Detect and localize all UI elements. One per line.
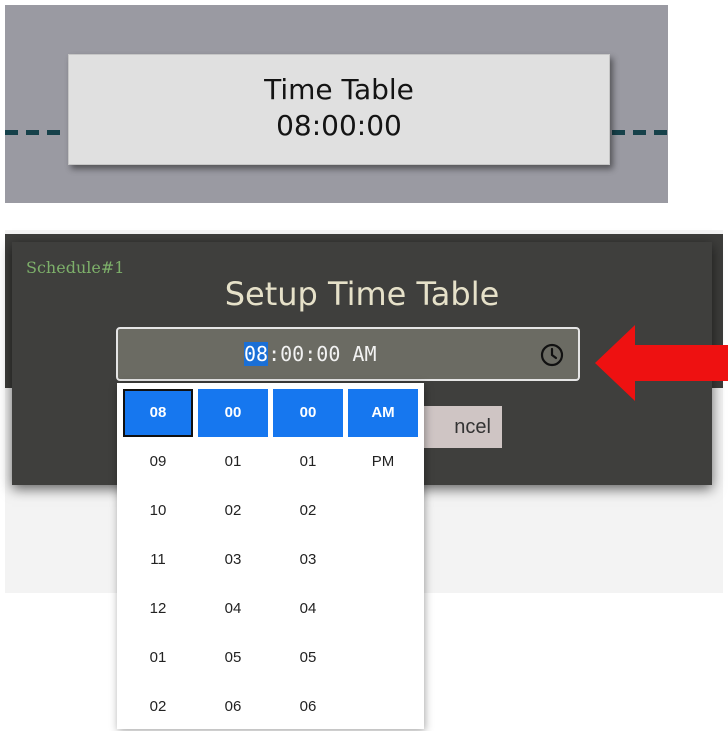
diagram-canvas: Time Table 08:00:00 [5,5,668,203]
time-input[interactable]: 08:00:00 AM [116,327,580,381]
second-segment[interactable]: 00 [316,342,340,366]
red-arrow-left-icon [595,325,728,401]
second-option[interactable]: 06 [273,682,343,731]
clock-icon[interactable] [538,341,566,369]
minute-option[interactable]: 03 [198,535,268,584]
time-value: 08:00:00 AM [244,341,377,367]
time-table-node[interactable]: Time Table 08:00:00 [68,54,610,165]
minute-option[interactable]: 06 [198,682,268,731]
time-picker-dropdown: 08 09 10 11 12 01 02 00 01 02 03 04 05 06 00 01 02 03 04… [117,383,424,729]
second-option[interactable]: 04 [273,584,343,633]
hour-option[interactable]: 08 [123,389,193,437]
minute-option[interactable]: 02 [198,486,268,535]
hour-option[interactable]: 01 [123,633,193,682]
minute-option[interactable]: 01 [198,437,268,486]
node-time: 08:00:00 [276,109,402,142]
node-title: Time Table [264,73,414,106]
hour-option[interactable]: 10 [123,486,193,535]
minute-option[interactable]: 04 [198,584,268,633]
minute-option[interactable]: 05 [198,633,268,682]
ampm-segment[interactable]: AM [352,342,376,366]
time-separator: : [268,342,281,366]
second-option[interactable]: 00 [273,389,343,437]
second-option[interactable]: 05 [273,633,343,682]
connector-left [5,130,65,135]
hour-segment[interactable]: 08 [244,342,269,366]
hour-option[interactable]: 12 [123,584,193,633]
hour-option[interactable]: 09 [123,437,193,486]
hour-option[interactable]: 02 [123,682,193,731]
second-column: 00 01 02 03 04 05 06 [273,389,343,731]
hour-option[interactable]: 11 [123,535,193,584]
minute-segment[interactable]: 00 [280,342,304,366]
hour-column: 08 09 10 11 12 01 02 [123,389,193,731]
dialog-title: Setup Time Table [224,275,500,313]
second-option[interactable]: 02 [273,486,343,535]
minute-column: 00 01 02 03 04 05 06 [198,389,268,731]
connector-right [612,130,668,135]
period-option[interactable]: PM [348,437,418,486]
period-option[interactable]: AM [348,389,418,437]
second-option[interactable]: 03 [273,535,343,584]
period-column: AM PM [348,389,418,486]
time-separator: : [304,342,317,366]
minute-option[interactable]: 00 [198,389,268,437]
cancel-button[interactable]: ncel [421,406,502,448]
second-option[interactable]: 01 [273,437,343,486]
